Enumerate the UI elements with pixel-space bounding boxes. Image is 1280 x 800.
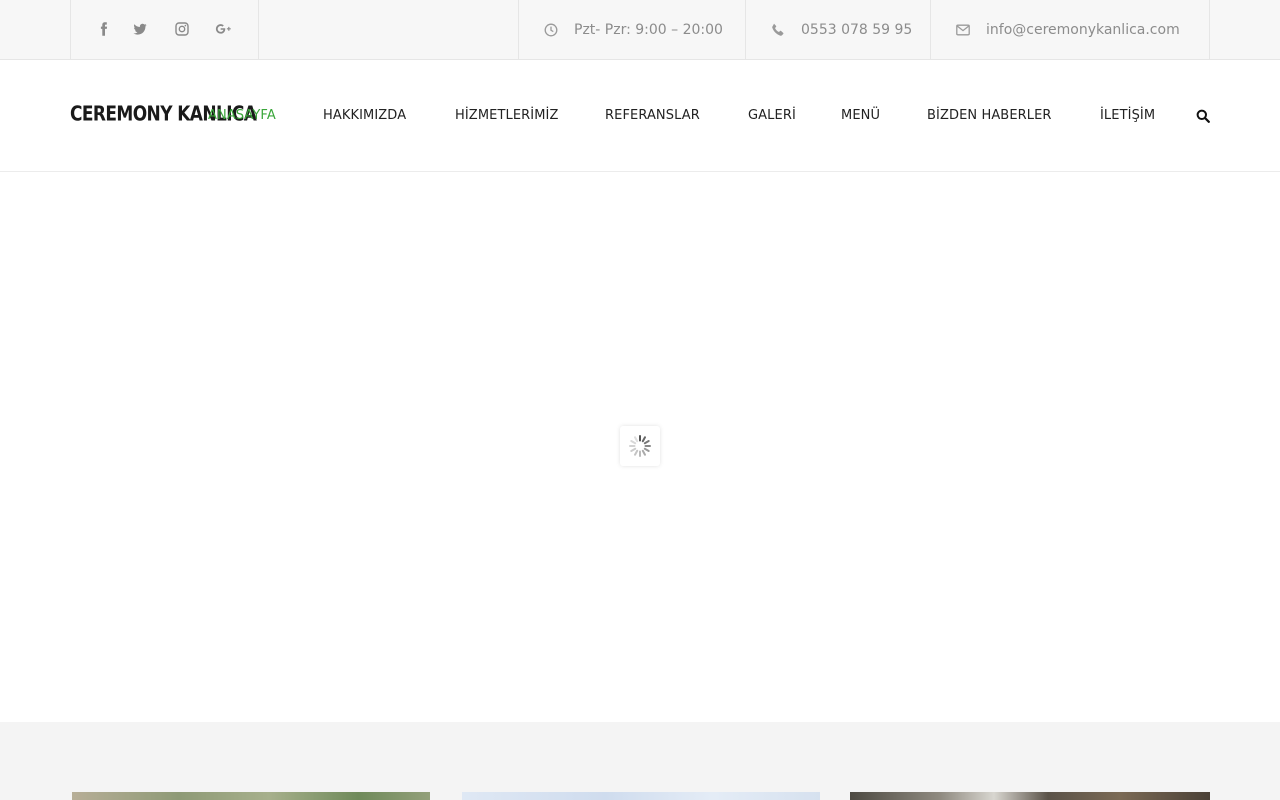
envelope-icon [956, 23, 970, 37]
clock-icon [544, 23, 558, 37]
instagram-icon [175, 22, 189, 36]
featured-section [0, 722, 1280, 800]
search-button[interactable] [1196, 108, 1210, 123]
nav-item-menu[interactable]: MENÜ [841, 108, 880, 123]
feature-card-image[interactable] [462, 792, 820, 800]
twitter-link[interactable] [133, 22, 149, 38]
twitter-icon [133, 23, 147, 35]
nav-item-referanslar[interactable]: REFERANSLAR [605, 108, 700, 123]
nav-item-hakkimizda[interactable]: HAKKIMIZDA [323, 108, 406, 123]
google-plus-icon [215, 24, 231, 34]
hero-slider [0, 172, 1280, 722]
opening-hours-text: Pzt- Pzr: 9:00 – 20:00 [574, 21, 723, 38]
top-bar: Pzt- Pzr: 9:00 – 20:00 0553 078 59 95 in… [0, 0, 1280, 60]
social-links [70, 0, 259, 59]
nav-item-iletisim[interactable]: İLETİŞİM [1100, 108, 1155, 123]
phone-number[interactable]: 0553 078 59 95 [745, 0, 931, 59]
nav-item-galeri[interactable]: GALERİ [748, 108, 796, 123]
phone-icon [771, 23, 785, 37]
search-icon [1196, 109, 1210, 123]
nav-item-bizden-haberler[interactable]: BİZDEN HABERLER [927, 108, 1052, 123]
email-address[interactable]: info@ceremonykanlica.com [930, 0, 1210, 59]
facebook-link[interactable] [97, 22, 113, 38]
opening-hours: Pzt- Pzr: 9:00 – 20:00 [518, 0, 746, 59]
main-nav: ANASAYFA HAKKIMIZDA HİZMETLERİMİZ REFERA… [0, 108, 1280, 124]
email-address-text[interactable]: info@ceremonykanlica.com [986, 22, 1180, 38]
nav-item-anasayfa[interactable]: ANASAYFA [208, 108, 276, 123]
spinner-icon [629, 435, 651, 457]
google-plus-link[interactable] [215, 22, 235, 38]
site-header: CEREMONY KANLICA ANASAYFA HAKKIMIZDA HİZ… [0, 60, 1280, 172]
loading-indicator [620, 426, 660, 466]
feature-card-image[interactable] [72, 792, 430, 800]
feature-card-image[interactable] [850, 792, 1210, 800]
instagram-link[interactable] [175, 22, 191, 38]
phone-number-text[interactable]: 0553 078 59 95 [801, 22, 912, 38]
facebook-icon [100, 22, 108, 36]
nav-item-hizmetlerimiz[interactable]: HİZMETLERİMİZ [455, 108, 558, 123]
